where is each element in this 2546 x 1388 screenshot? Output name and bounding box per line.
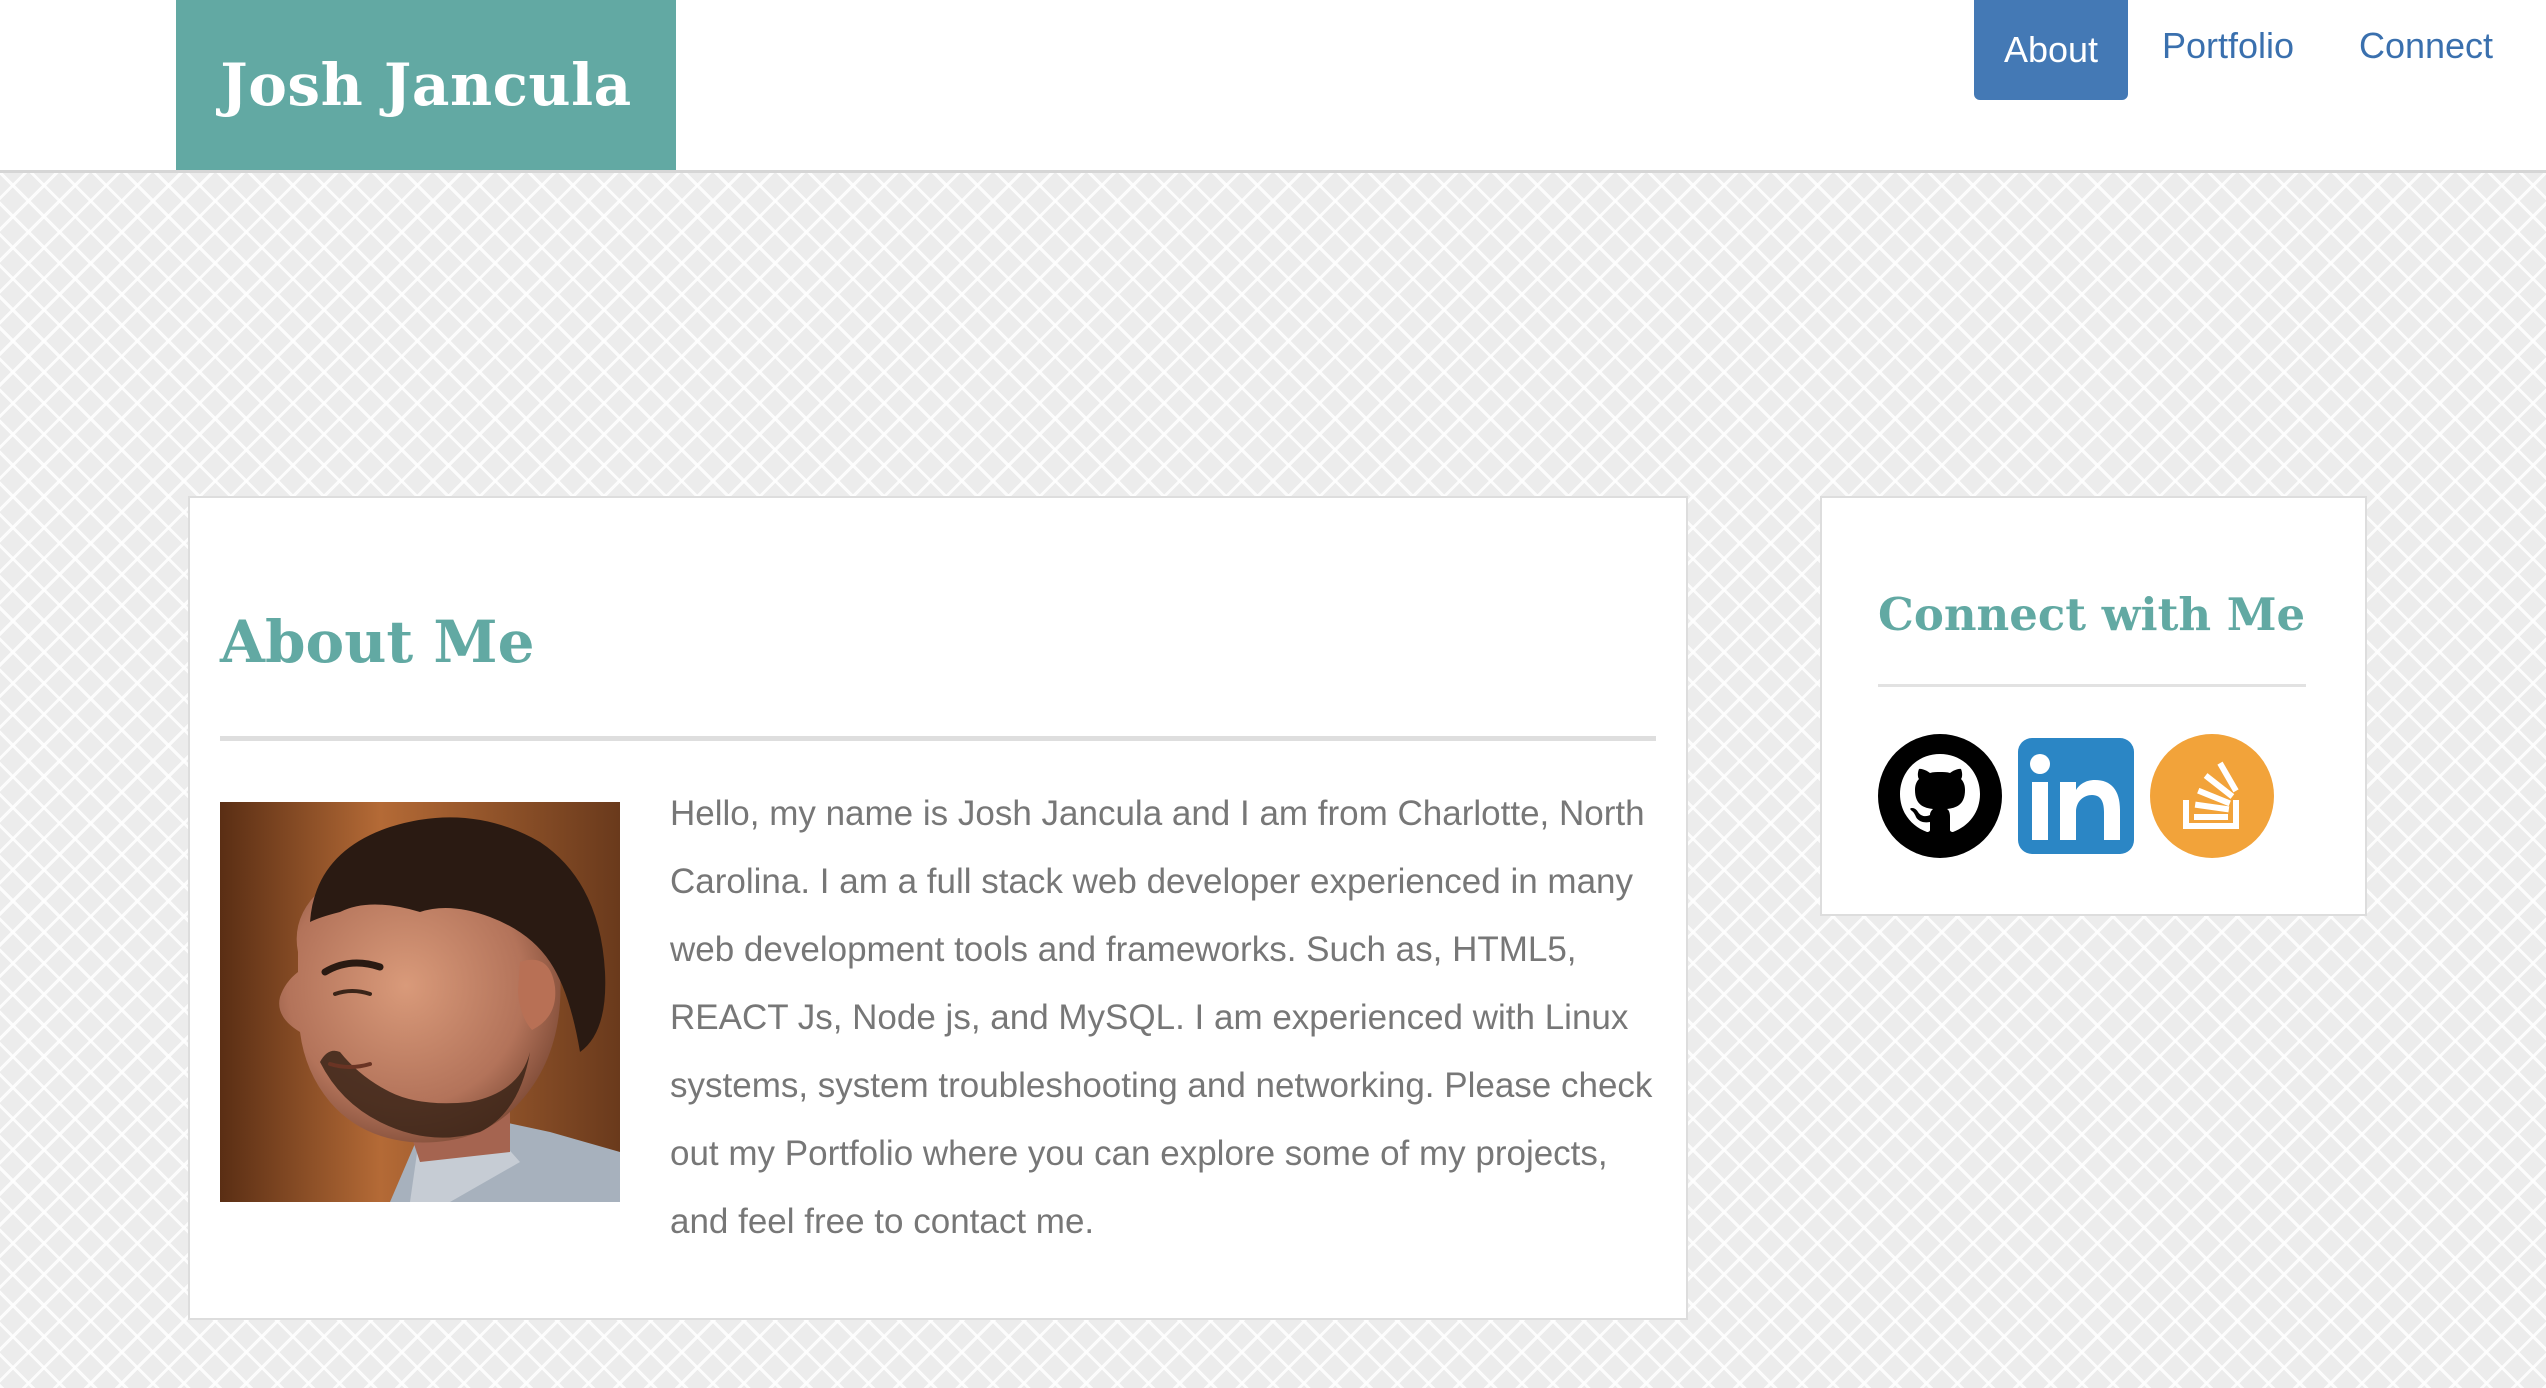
connect-card: Connect with Me xyxy=(1820,496,2367,916)
about-divider xyxy=(220,736,1656,741)
nav-about[interactable]: About xyxy=(1974,0,2128,100)
profile-photo xyxy=(220,802,620,1202)
connect-divider xyxy=(1878,684,2306,687)
github-link[interactable] xyxy=(1878,734,2002,858)
stackoverflow-link[interactable] xyxy=(2150,734,2274,858)
about-card: About Me Hello, my name is Josh Jancula … xyxy=(188,496,1688,1320)
nav-connect[interactable]: Connect xyxy=(2336,0,2516,92)
linkedin-link[interactable] xyxy=(2018,738,2134,854)
stackoverflow-icon xyxy=(2150,734,2274,858)
about-title: About Me xyxy=(220,608,535,676)
portrait-image xyxy=(220,802,620,1202)
nav-portfolio[interactable]: Portfolio xyxy=(2148,0,2308,92)
linkedin-icon xyxy=(2018,738,2134,854)
brand-logo-link[interactable]: Josh Jancula xyxy=(176,0,676,170)
top-navbar: Josh Jancula About Portfolio Connect xyxy=(0,0,2546,173)
connect-title: Connect with Me xyxy=(1878,588,2306,641)
github-icon xyxy=(1878,734,2002,858)
about-paragraph: Hello, my name is Josh Jancula and I am … xyxy=(670,794,1653,1241)
